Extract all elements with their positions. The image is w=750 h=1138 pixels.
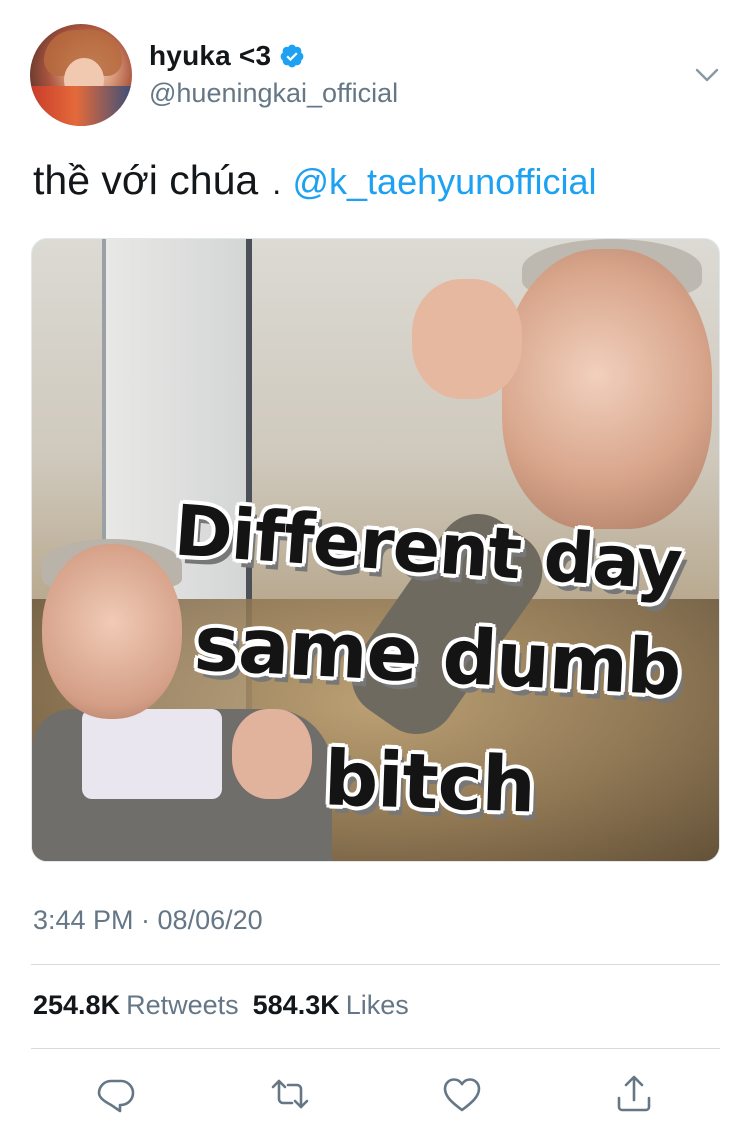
mention-link[interactable]: @k_taehyunofficial [292, 161, 596, 202]
author-handle[interactable]: @hueningkai_official [149, 78, 398, 109]
likes-count[interactable]: 584.3K [253, 990, 340, 1020]
reply-icon [97, 1079, 135, 1113]
chevron-down-icon[interactable] [692, 60, 722, 90]
tweet-stats: 254.8K Retweets 584.3K Likes [33, 990, 423, 1021]
display-name[interactable]: hyuka <3 [149, 40, 271, 72]
tweet-text: thề với chúa. @k_taehyunofficial [33, 150, 597, 213]
tweet-timestamp[interactable]: 3:44 PM · 08/06/20 [33, 905, 263, 936]
meme-caption-line-3: bitch [322, 733, 537, 830]
tweet-header: hyuka <3 @hueningkai_official [0, 0, 750, 140]
tweet-image[interactable]: Different day same dumb bitch [31, 238, 720, 862]
reply-button[interactable] [94, 1072, 138, 1116]
share-icon [617, 1075, 651, 1112]
share-button[interactable] [612, 1072, 656, 1116]
retweets-label[interactable]: Retweets [126, 990, 239, 1020]
retweets-count[interactable]: 254.8K [33, 990, 120, 1020]
heart-icon [443, 1078, 481, 1112]
author-name-row[interactable]: hyuka <3 [149, 38, 305, 74]
tweet-actions [0, 1068, 750, 1118]
avatar[interactable] [30, 24, 132, 126]
retweet-icon [271, 1079, 309, 1109]
tweet-separator: . [272, 165, 282, 201]
verified-badge-icon [279, 43, 305, 69]
divider [31, 964, 720, 965]
retweet-button[interactable] [268, 1072, 312, 1116]
divider [31, 1048, 720, 1049]
tweet-body: thề với chúa [33, 157, 259, 203]
like-button[interactable] [440, 1072, 484, 1116]
likes-label[interactable]: Likes [346, 990, 409, 1020]
